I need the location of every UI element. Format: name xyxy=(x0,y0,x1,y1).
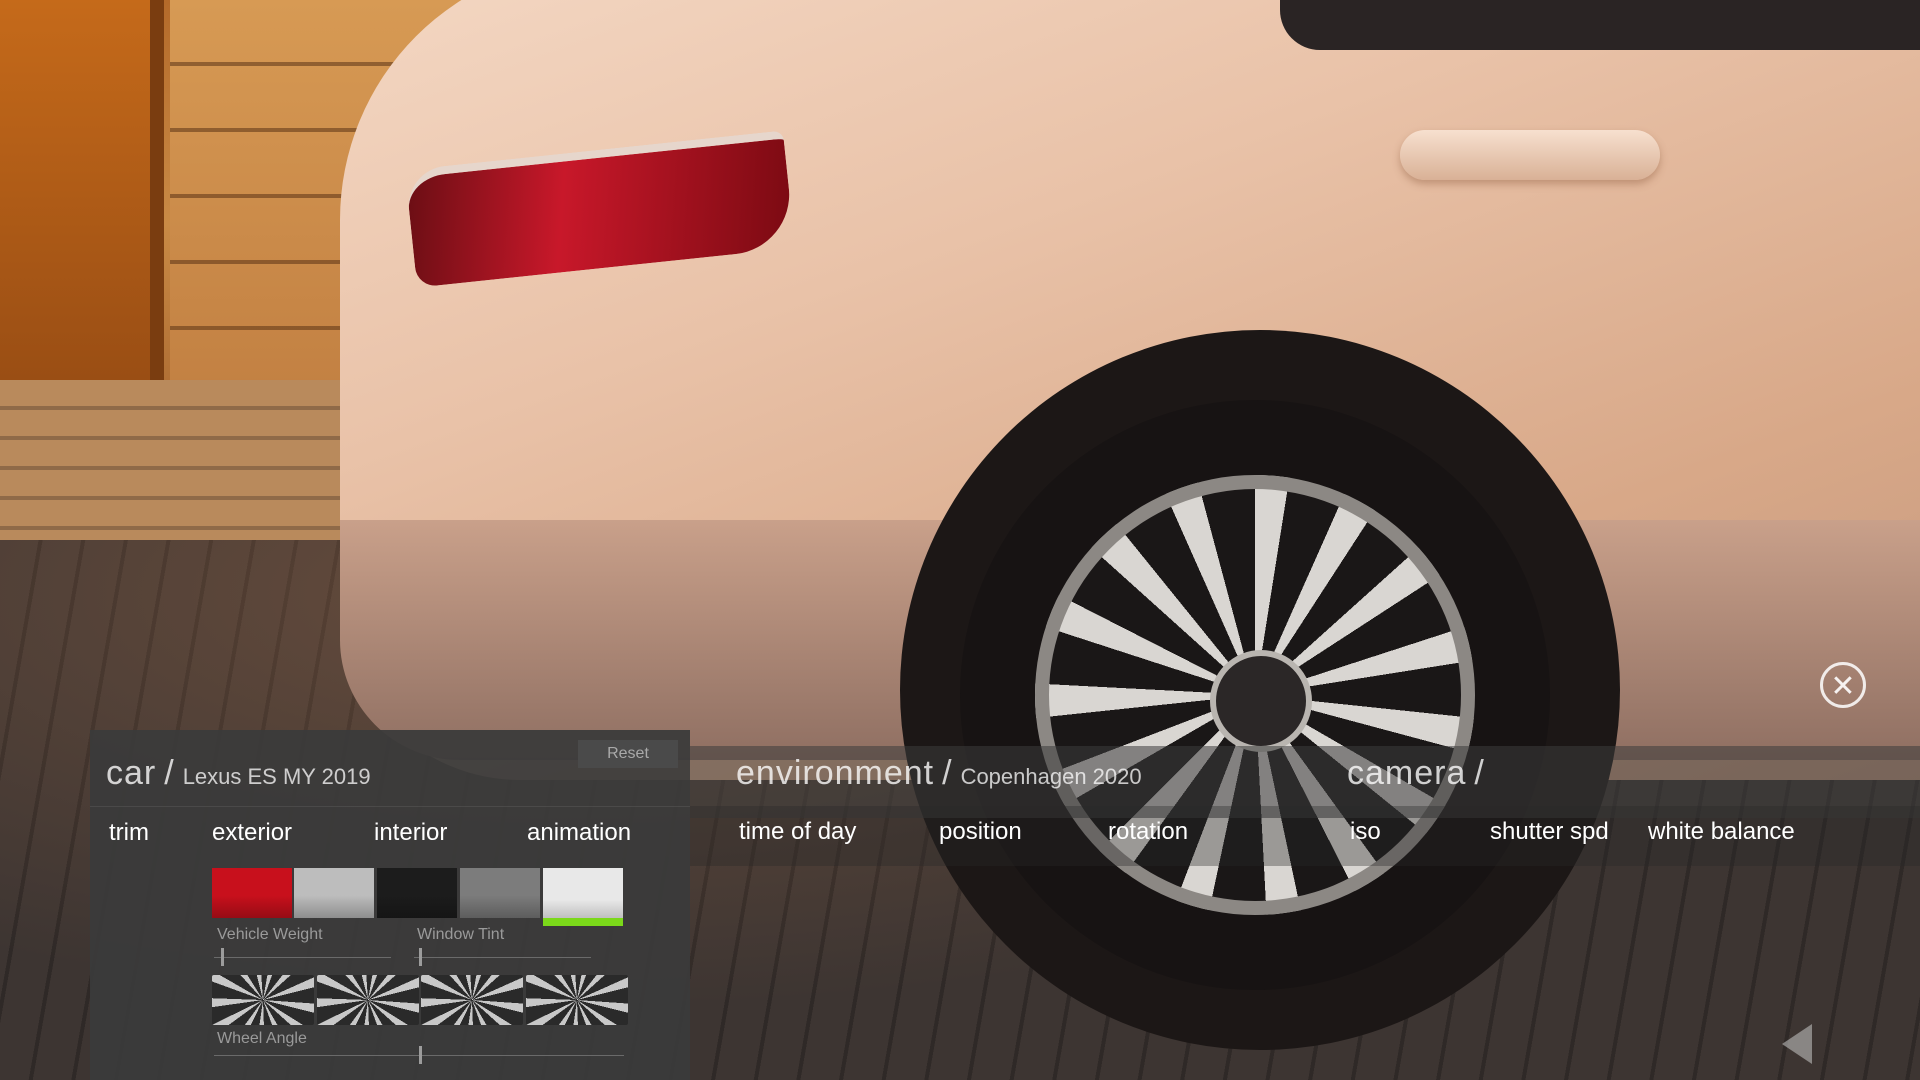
wheel-angle-thumb[interactable] xyxy=(419,1046,422,1064)
paint-swatch-red[interactable] xyxy=(212,868,292,918)
wooden-door xyxy=(0,0,164,380)
wheel-hub-logo xyxy=(1210,650,1312,752)
tab-animation[interactable]: animation xyxy=(527,819,631,847)
wheel-angle-slider[interactable] xyxy=(214,1046,624,1064)
wheel-option-2[interactable] xyxy=(317,975,419,1025)
tab-exterior[interactable]: exterior xyxy=(212,819,292,847)
wheel-option-3[interactable] xyxy=(421,975,523,1025)
car-header: car / Lexus ES MY 2019 xyxy=(106,754,371,793)
wheel-option-4[interactable] xyxy=(526,975,628,1025)
tab-iso[interactable]: iso xyxy=(1350,818,1381,846)
paint-swatch-white[interactable] xyxy=(543,868,623,926)
car-door-handle xyxy=(1400,130,1660,180)
tab-rotation[interactable]: rotation xyxy=(1108,818,1188,846)
reset-button[interactable]: Reset xyxy=(578,740,678,768)
vehicle-weight-label: Vehicle Weight xyxy=(217,926,323,943)
tab-white-balance[interactable]: white balance xyxy=(1648,818,1795,846)
wheel-angle-label: Wheel Angle xyxy=(217,1030,307,1047)
tab-interior[interactable]: interior xyxy=(374,819,447,847)
paint-swatch-dark-silver[interactable] xyxy=(460,868,540,918)
camera-title: camera xyxy=(1347,754,1467,792)
tab-position[interactable]: position xyxy=(939,818,1022,846)
camera-header: camera / xyxy=(1347,754,1493,793)
car-window xyxy=(1280,0,1920,50)
tab-shutter-speed[interactable]: shutter spd xyxy=(1490,818,1609,846)
window-tint-slider[interactable] xyxy=(414,948,591,966)
car-subtitle: Lexus ES MY 2019 xyxy=(182,764,371,789)
paint-swatch-black[interactable] xyxy=(377,868,457,918)
wheel-option-1[interactable] xyxy=(212,975,314,1025)
vehicle-weight-slider[interactable] xyxy=(214,948,391,966)
window-tint-label: Window Tint xyxy=(417,926,505,943)
title-separator: / xyxy=(1474,754,1485,792)
tab-trim[interactable]: trim xyxy=(109,819,149,847)
title-separator: / xyxy=(942,754,953,792)
back-arrow-icon[interactable] xyxy=(1782,1024,1812,1064)
car-title: car xyxy=(106,754,157,792)
environment-header: environment / Copenhagen 2020 xyxy=(736,754,1142,793)
title-separator: / xyxy=(164,754,175,792)
window-tint-thumb[interactable] xyxy=(419,948,423,966)
environment-subtitle: Copenhagen 2020 xyxy=(960,764,1142,789)
close-icon[interactable]: ✕ xyxy=(1820,662,1866,708)
paint-swatch-silver[interactable] xyxy=(294,868,374,918)
vehicle-weight-thumb[interactable] xyxy=(221,948,225,966)
tab-time-of-day[interactable]: time of day xyxy=(739,818,856,846)
environment-title: environment xyxy=(736,754,935,792)
